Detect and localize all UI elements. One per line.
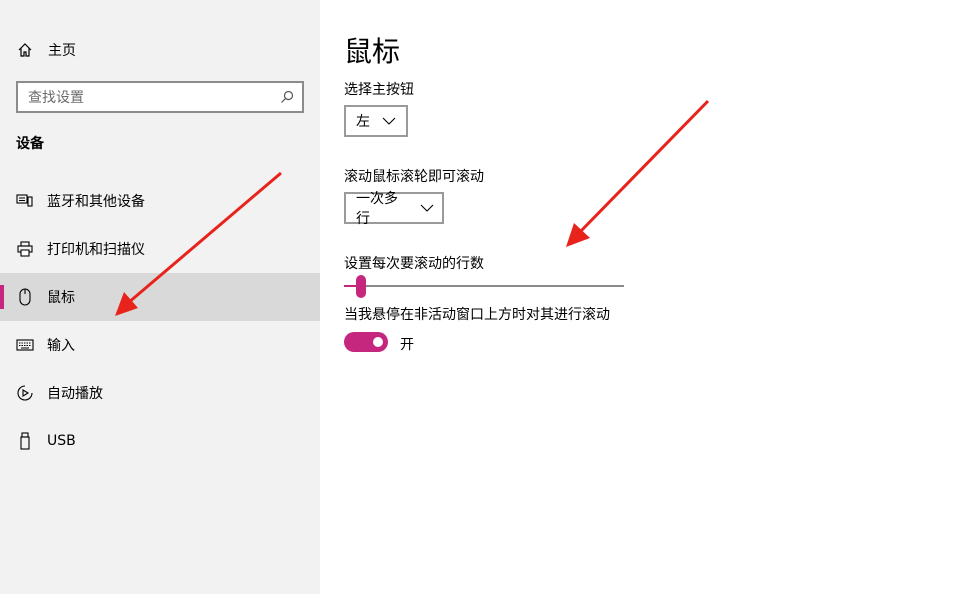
sidebar-item-label: USB bbox=[47, 433, 76, 449]
dropdown-value: 左 bbox=[356, 114, 370, 130]
sidebar-item-autoplay[interactable]: 自动播放 bbox=[0, 369, 320, 417]
sidebar-item-printers[interactable]: 打印机和扫描仪 bbox=[0, 225, 320, 273]
sidebar-item-mouse[interactable]: 鼠标 bbox=[0, 273, 320, 321]
keyboard-icon bbox=[16, 336, 34, 354]
selected-indicator bbox=[0, 285, 4, 309]
sidebar-item-label: 自动播放 bbox=[47, 386, 103, 402]
toggle-knob bbox=[373, 337, 383, 347]
home-label: 主页 bbox=[48, 43, 76, 59]
scroll-wheel-label: 滚动鼠标滚轮即可滚动 bbox=[344, 169, 484, 185]
page-title: 鼠标 bbox=[344, 35, 401, 68]
sidebar-item-usb[interactable]: USB bbox=[0, 417, 320, 465]
primary-button-label: 选择主按钮 bbox=[344, 82, 414, 98]
sidebar-item-typing[interactable]: 输入 bbox=[0, 321, 320, 369]
home-icon bbox=[16, 41, 34, 59]
scroll-wheel-dropdown[interactable]: 一次多行 bbox=[344, 191, 444, 227]
sidebar-item-label: 输入 bbox=[47, 338, 75, 354]
chevron-down-icon bbox=[382, 113, 396, 129]
sidebar-item-label: 鼠标 bbox=[47, 290, 75, 306]
section-title: 设备 bbox=[16, 136, 44, 152]
scroll-lines-slider-track[interactable] bbox=[344, 285, 624, 287]
inactive-scroll-label: 当我悬停在非活动窗口上方时对其进行滚动 bbox=[344, 307, 610, 323]
bluetooth-devices-icon bbox=[16, 192, 34, 210]
primary-button-dropdown[interactable]: 左 bbox=[344, 105, 408, 137]
scroll-lines-label: 设置每次要滚动的行数 bbox=[344, 256, 484, 272]
autoplay-icon bbox=[16, 384, 34, 402]
sidebar-item-label: 打印机和扫描仪 bbox=[47, 242, 145, 258]
scroll-lines-slider-thumb[interactable] bbox=[355, 275, 366, 298]
search-icon[interactable] bbox=[278, 88, 296, 106]
search-input[interactable]: 查找设置 bbox=[16, 81, 304, 113]
inactive-scroll-toggle[interactable] bbox=[344, 332, 388, 352]
sidebar: 主页 查找设置 设备 蓝牙和其他设备 打印机和扫描仪 鼠标 输入 自动播放 US… bbox=[0, 0, 320, 594]
sidebar-item-label: 蓝牙和其他设备 bbox=[47, 194, 145, 210]
sidebar-item-bluetooth[interactable]: 蓝牙和其他设备 bbox=[0, 177, 320, 225]
mouse-icon bbox=[16, 288, 34, 306]
annotation-arrow-slider bbox=[566, 99, 710, 247]
toggle-state-label: 开 bbox=[400, 337, 414, 353]
printer-icon bbox=[16, 240, 34, 258]
chevron-down-icon bbox=[420, 200, 434, 216]
search-placeholder: 查找设置 bbox=[28, 90, 84, 106]
usb-icon bbox=[16, 432, 34, 450]
home-link[interactable]: 主页 bbox=[0, 32, 320, 68]
dropdown-value: 一次多行 bbox=[356, 191, 398, 227]
